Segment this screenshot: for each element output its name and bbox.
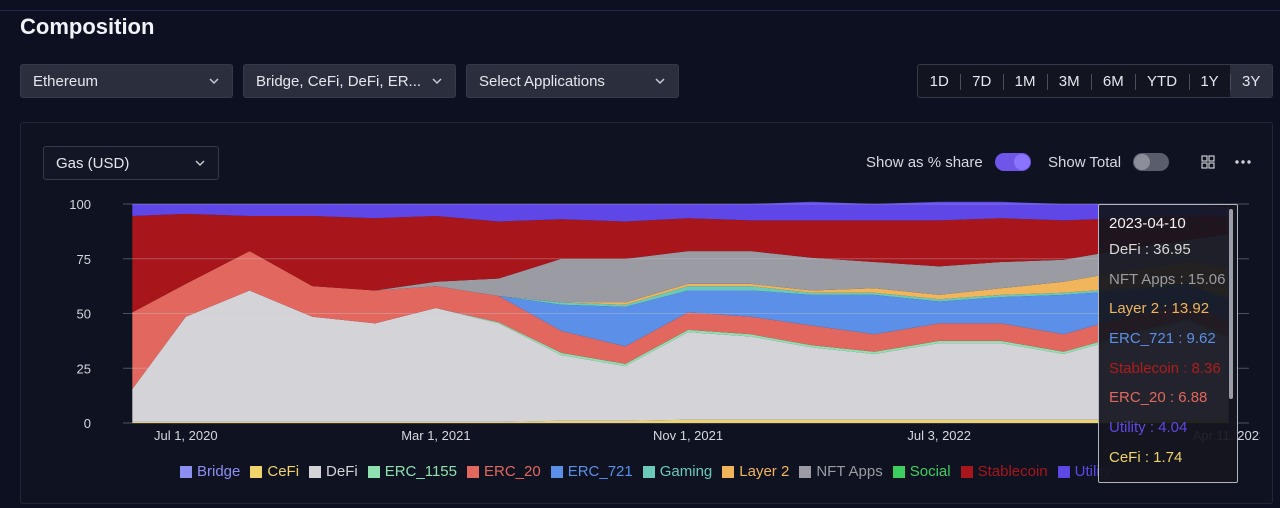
- legend-swatch: [309, 465, 322, 478]
- tooltip-row-erc-20: ERC_20 : 6.88: [1109, 389, 1208, 407]
- chart-legend: Bridge CeFi DeFi ERC_1155 ERC_20 ERC_721 Gamin…: [180, 463, 1111, 480]
- applications-select[interactable]: Select Applications: [466, 64, 679, 98]
- chart-tooltip: 2023-04-10 DeFi : 36.95 NFT Apps : 15.06 L…: [1098, 204, 1238, 483]
- timeframe-1y[interactable]: 1Y: [1188, 65, 1231, 97]
- legend-item-cefi[interactable]: CeFi: [250, 463, 299, 480]
- chevron-down-icon: [208, 75, 220, 87]
- timeframe-ytd[interactable]: YTD: [1135, 65, 1188, 97]
- legend-swatch: [960, 465, 973, 478]
- legend-swatch: [642, 465, 655, 478]
- pct-share-label: Show as % share: [866, 154, 983, 171]
- legend-item-gaming[interactable]: Gaming: [642, 463, 713, 480]
- legend-swatch: [722, 465, 735, 478]
- timeframe-6m[interactable]: 6M: [1091, 65, 1135, 97]
- legend-label: ERC_1155: [384, 463, 457, 480]
- legend-label: ERC_721: [567, 463, 633, 480]
- legend-label: Bridge: [197, 463, 241, 480]
- pct-share-toggle[interactable]: [995, 153, 1031, 171]
- timeframe-3m[interactable]: 3M: [1047, 65, 1091, 97]
- timeframe-7d[interactable]: 7D: [960, 65, 1002, 97]
- legend-item-nft-apps[interactable]: NFT Apps: [799, 463, 883, 480]
- legend-item-layer-2[interactable]: Layer 2: [722, 463, 789, 480]
- legend-label: ERC_20: [483, 463, 541, 480]
- tooltip-date: 2023-04-10: [1109, 215, 1186, 232]
- x-tick-label: Mar 1, 2021: [401, 428, 470, 443]
- legend-label: DeFi: [326, 463, 358, 480]
- chevron-down-icon: [654, 75, 666, 87]
- legend-swatch: [550, 465, 563, 478]
- toggle-knob: [1134, 154, 1150, 170]
- page-title: Composition: [20, 14, 155, 39]
- legend-swatch: [466, 465, 479, 478]
- top-divider: [0, 10, 1280, 11]
- chain-select[interactable]: Ethereum: [20, 64, 233, 98]
- legend-swatch: [1057, 465, 1070, 478]
- category-select-value: Bridge, CeFi, DeFi, ER...: [256, 72, 422, 90]
- legend-swatch: [892, 465, 905, 478]
- chevron-down-icon: [194, 157, 206, 169]
- legend-item-defi[interactable]: DeFi: [309, 463, 358, 480]
- legend-swatch: [799, 465, 812, 478]
- timeframe-1m[interactable]: 1M: [1002, 65, 1047, 97]
- y-tick-label: 25: [77, 361, 91, 376]
- tooltip-row-cefi: CeFi : 1.74: [1109, 448, 1183, 466]
- legend-item-erc-20[interactable]: ERC_20: [466, 463, 541, 480]
- more-dots-icon[interactable]: [1234, 153, 1252, 171]
- legend-item-bridge[interactable]: Bridge: [180, 463, 240, 480]
- legend-swatch: [250, 465, 263, 478]
- x-tick-label: Jul 3, 2022: [907, 428, 971, 443]
- x-tick-label: Jul 1, 2020: [154, 428, 218, 443]
- legend-label: CeFi: [267, 463, 300, 480]
- category-select[interactable]: Bridge, CeFi, DeFi, ER...: [243, 64, 456, 98]
- tooltip-row-utility: Utility : 4.04: [1109, 419, 1188, 437]
- legend-swatch: [367, 465, 380, 478]
- y-tick-label: 0: [84, 416, 91, 431]
- tooltip-row-erc-721: ERC_721 : 9.62: [1109, 330, 1216, 348]
- show-total-label: Show Total: [1048, 154, 1122, 171]
- y-tick-label: 75: [77, 252, 91, 267]
- timeframe-3y[interactable]: 3Y: [1230, 65, 1272, 97]
- timeframe-selector: 1D 7D 1M 3M 6M YTD 1Y 3Y: [917, 64, 1273, 98]
- legend-swatch: [180, 465, 192, 478]
- legend-label: Gaming: [659, 463, 713, 480]
- toggle-knob: [1014, 154, 1030, 170]
- y-tick-label: 50: [77, 307, 91, 322]
- legend-label: Layer 2: [739, 463, 790, 480]
- legend-label: NFT Apps: [816, 463, 883, 480]
- tooltip-row-nft-apps: NFT Apps : 15.06: [1109, 270, 1226, 288]
- chevron-down-icon: [431, 75, 443, 87]
- metric-select-value: Gas (USD): [56, 154, 130, 172]
- chain-select-value: Ethereum: [33, 72, 99, 90]
- stacked-area-chart[interactable]: 0 25 50 75 100 Jul 1, 2020 Mar 1, 2021 Nov 1, 2…: [60, 196, 1260, 446]
- show-total-toggle[interactable]: [1133, 153, 1169, 171]
- tooltip-scrollbar[interactable]: [1229, 209, 1233, 399]
- timeframe-1d[interactable]: 1D: [918, 65, 960, 97]
- grid-icon[interactable]: [1199, 153, 1217, 171]
- legend-item-erc-721[interactable]: ERC_721: [550, 463, 633, 480]
- x-tick-label: Nov 1, 2021: [653, 428, 723, 443]
- metric-select[interactable]: Gas (USD): [43, 146, 219, 180]
- legend-item-erc-1155[interactable]: ERC_1155: [367, 463, 457, 480]
- tooltip-row-layer-2: Layer 2 : 13.92: [1109, 300, 1210, 318]
- legend-item-social[interactable]: Social: [892, 463, 951, 480]
- tooltip-row-stablecoin: Stablecoin : 8.36: [1109, 359, 1221, 377]
- legend-item-stablecoin[interactable]: Stablecoin: [960, 463, 1048, 480]
- tooltip-row-defi: DeFi : 36.95: [1109, 241, 1191, 258]
- legend-label: Stablecoin: [977, 463, 1048, 480]
- applications-select-value: Select Applications: [479, 72, 605, 90]
- legend-label: Social: [909, 463, 951, 480]
- y-tick-label: 100: [69, 197, 91, 212]
